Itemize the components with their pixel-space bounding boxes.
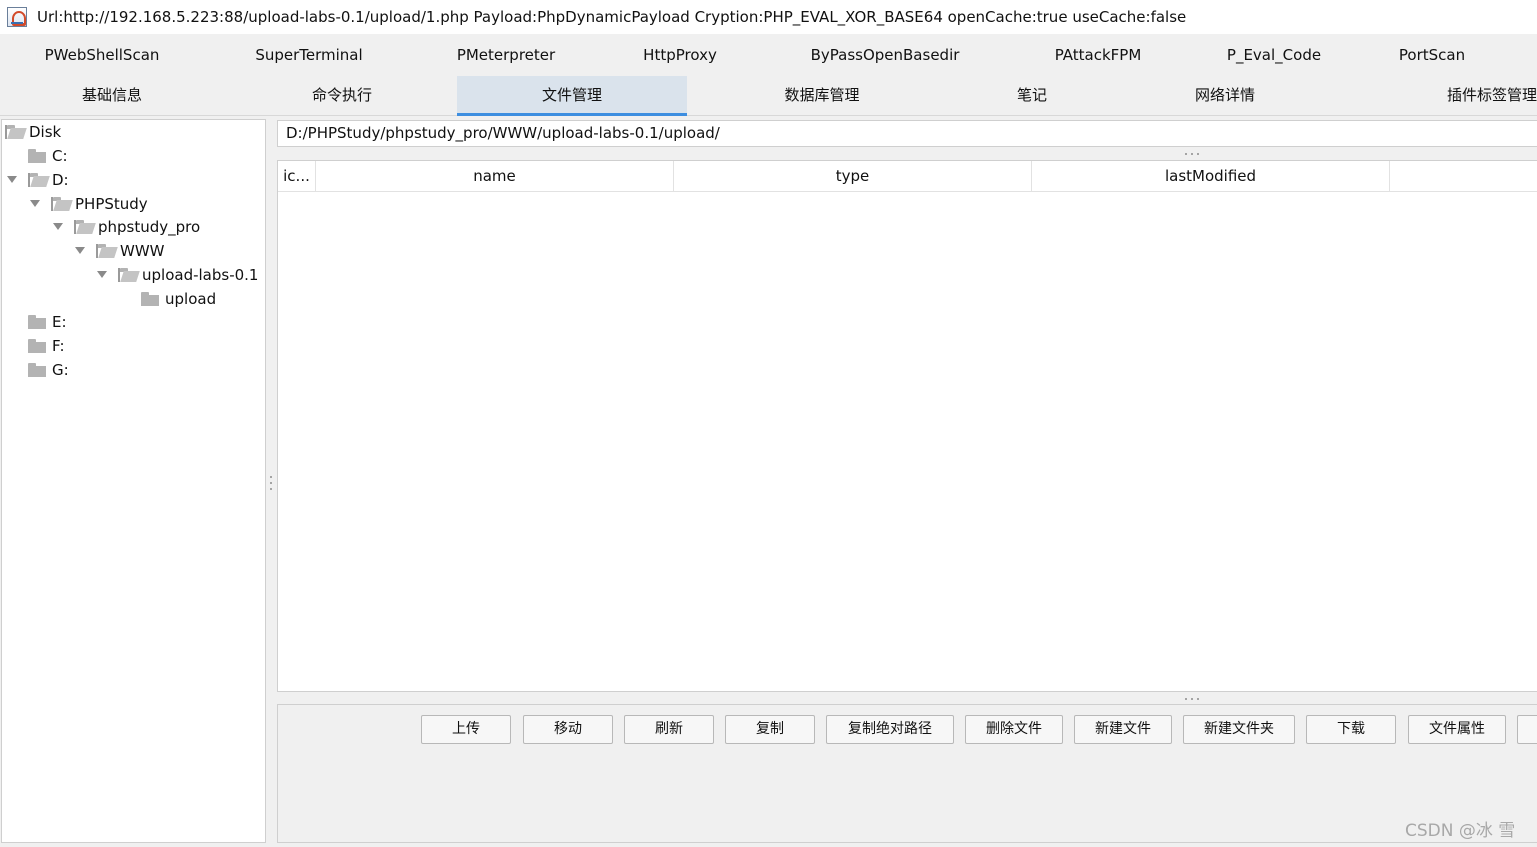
tree-node-label: C: [52, 147, 68, 165]
folder-icon [28, 315, 46, 329]
tab-network-details[interactable]: 网络详情 [1165, 76, 1285, 116]
folder-open-icon [74, 220, 92, 234]
tree-node-phpstudy-pro[interactable]: phpstudy_pro [52, 215, 200, 239]
expand-toggle-icon[interactable] [96, 270, 108, 280]
tab-bypassopenbasedir[interactable]: ByPassOpenBasedir [792, 36, 978, 74]
expand-toggle-icon[interactable] [52, 222, 64, 232]
copy-absolute-path-button[interactable]: 复制绝对路径 [826, 715, 954, 744]
folder-open-icon [5, 125, 23, 139]
horizontal-splitter-handle[interactable] [1184, 152, 1202, 156]
folder-icon [28, 149, 46, 163]
upload-button[interactable]: 上传 [421, 715, 511, 744]
refresh-button[interactable]: 刷新 [624, 715, 714, 744]
tree-node-label: Disk [29, 123, 62, 141]
tree-node-c[interactable]: C: [28, 144, 68, 168]
expand-toggle-icon[interactable] [6, 175, 18, 185]
title-bar: Url:http://192.168.5.223:88/upload-labs-… [0, 0, 1537, 34]
tree-node-label: D: [52, 171, 69, 189]
tree-node-f[interactable]: F: [28, 334, 65, 358]
tab-notes[interactable]: 笔记 [992, 76, 1072, 116]
folder-open-icon [28, 173, 46, 187]
folder-icon [28, 339, 46, 353]
folder-icon [141, 292, 159, 306]
tree-node-disk[interactable]: Disk [5, 120, 61, 144]
tab-command-exec[interactable]: 命令执行 [282, 76, 402, 116]
column-header-last-modified[interactable]: lastModified [1032, 161, 1390, 191]
tree-node-g[interactable]: G: [28, 358, 69, 382]
move-button[interactable]: 移动 [523, 715, 613, 744]
tab-superterminal[interactable]: SuperTerminal [228, 36, 390, 74]
tree-node-www[interactable]: WWW [74, 239, 165, 263]
file-properties-button[interactable]: 文件属性 [1408, 715, 1506, 744]
column-header-icon[interactable]: ic... [278, 161, 316, 191]
folder-open-icon [51, 197, 69, 211]
path-input[interactable]: D:/PHPStudy/phpstudy_pro/WWW/upload-labs… [277, 120, 1537, 147]
column-header-type[interactable]: type [674, 161, 1032, 191]
tree-node-e[interactable]: E: [28, 310, 67, 334]
file-actions-panel: 上传 移动 刷新 复制 复制绝对路径 删除文件 新建文件 新建文件夹 下载 文件… [277, 704, 1537, 843]
new-file-button[interactable]: 新建文件 [1074, 715, 1172, 744]
horizontal-splitter-handle[interactable] [1184, 697, 1202, 701]
tab-basic-info[interactable]: 基础信息 [52, 76, 172, 116]
window-title: Url:http://192.168.5.223:88/upload-labs-… [37, 8, 1187, 26]
plugin-tab-bar: PWebShellScan SuperTerminal PMeterpreter… [0, 36, 1537, 74]
directory-tree: Disk C: D: PHPStudy phpstudy_pro WWW upl… [1, 119, 266, 843]
tree-node-label: WWW [120, 242, 165, 260]
tab-p-eval-code[interactable]: P_Eval_Code [1204, 36, 1344, 74]
tab-plugin-tag-manager[interactable]: 插件标签管理 [1437, 76, 1537, 116]
file-table[interactable]: ic... name type lastModified [277, 160, 1537, 692]
tab-file-manager[interactable]: 文件管理 [457, 76, 687, 116]
tab-httpproxy[interactable]: HttpProxy [614, 36, 746, 74]
tree-node-label: E: [52, 313, 67, 331]
folder-open-icon [96, 244, 114, 258]
tree-node-phpstudy[interactable]: PHPStudy [29, 192, 148, 216]
table-header: ic... name type lastModified [278, 161, 1537, 192]
column-header-extra[interactable] [1390, 161, 1537, 191]
main-tab-bar: 基础信息 命令执行 文件管理 数据库管理 笔记 网络详情 插件标签管理 [0, 76, 1537, 116]
expand-toggle-icon[interactable] [74, 246, 86, 256]
tree-node-label: phpstudy_pro [98, 218, 201, 236]
tree-node-label: F: [52, 337, 65, 355]
java-app-icon [7, 7, 27, 27]
tab-database-manager[interactable]: 数据库管理 [762, 76, 882, 116]
tree-node-label: upload-labs-0.1 [142, 266, 259, 284]
watermark: CSDN @冰 雪 [1405, 821, 1516, 841]
tree-node-upload[interactable]: upload [141, 287, 216, 311]
tree-node-upload-labs[interactable]: upload-labs-0.1 [96, 263, 258, 287]
more-button-truncated[interactable] [1517, 715, 1537, 744]
expand-toggle-icon[interactable] [29, 199, 41, 209]
folder-icon [28, 363, 46, 377]
copy-button[interactable]: 复制 [725, 715, 815, 744]
download-button[interactable]: 下载 [1306, 715, 1396, 744]
tab-portscan[interactable]: PortScan [1380, 36, 1484, 74]
tab-pattackfpm[interactable]: PAttackFPM [1030, 36, 1166, 74]
vertical-splitter-handle[interactable] [269, 474, 273, 492]
folder-open-icon [118, 268, 136, 282]
delete-file-button[interactable]: 删除文件 [965, 715, 1063, 744]
tab-pmeterpreter[interactable]: PMeterpreter [426, 36, 586, 74]
new-folder-button[interactable]: 新建文件夹 [1183, 715, 1295, 744]
tree-node-label: upload [165, 290, 217, 308]
tab-pwebshellscan[interactable]: PWebShellScan [22, 36, 182, 74]
column-header-name[interactable]: name [316, 161, 674, 191]
tree-node-label: PHPStudy [75, 195, 148, 213]
tree-node-label: G: [52, 361, 69, 379]
tree-node-d[interactable]: D: [6, 168, 69, 192]
